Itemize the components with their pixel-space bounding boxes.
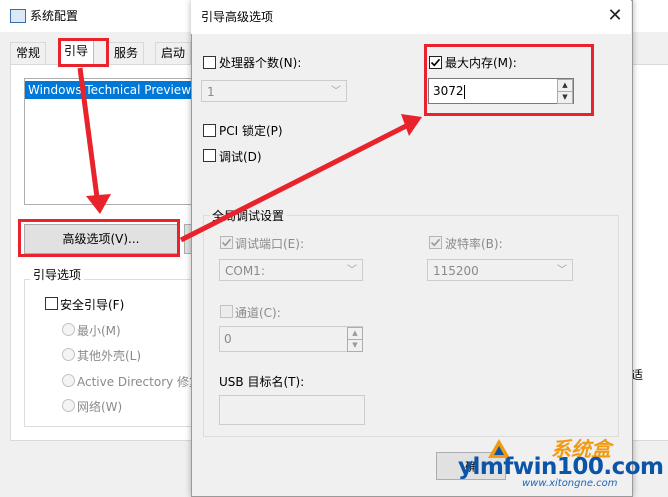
watermark-sub: www.xitongne.com (522, 478, 618, 489)
watermark-main: ylmfwin100.com (458, 454, 664, 480)
annotation-arrows (77, 67, 422, 243)
arrow-tab-to-button (77, 67, 101, 206)
arrow-button-to-memory (179, 122, 410, 243)
arrow-head-1 (86, 194, 111, 214)
